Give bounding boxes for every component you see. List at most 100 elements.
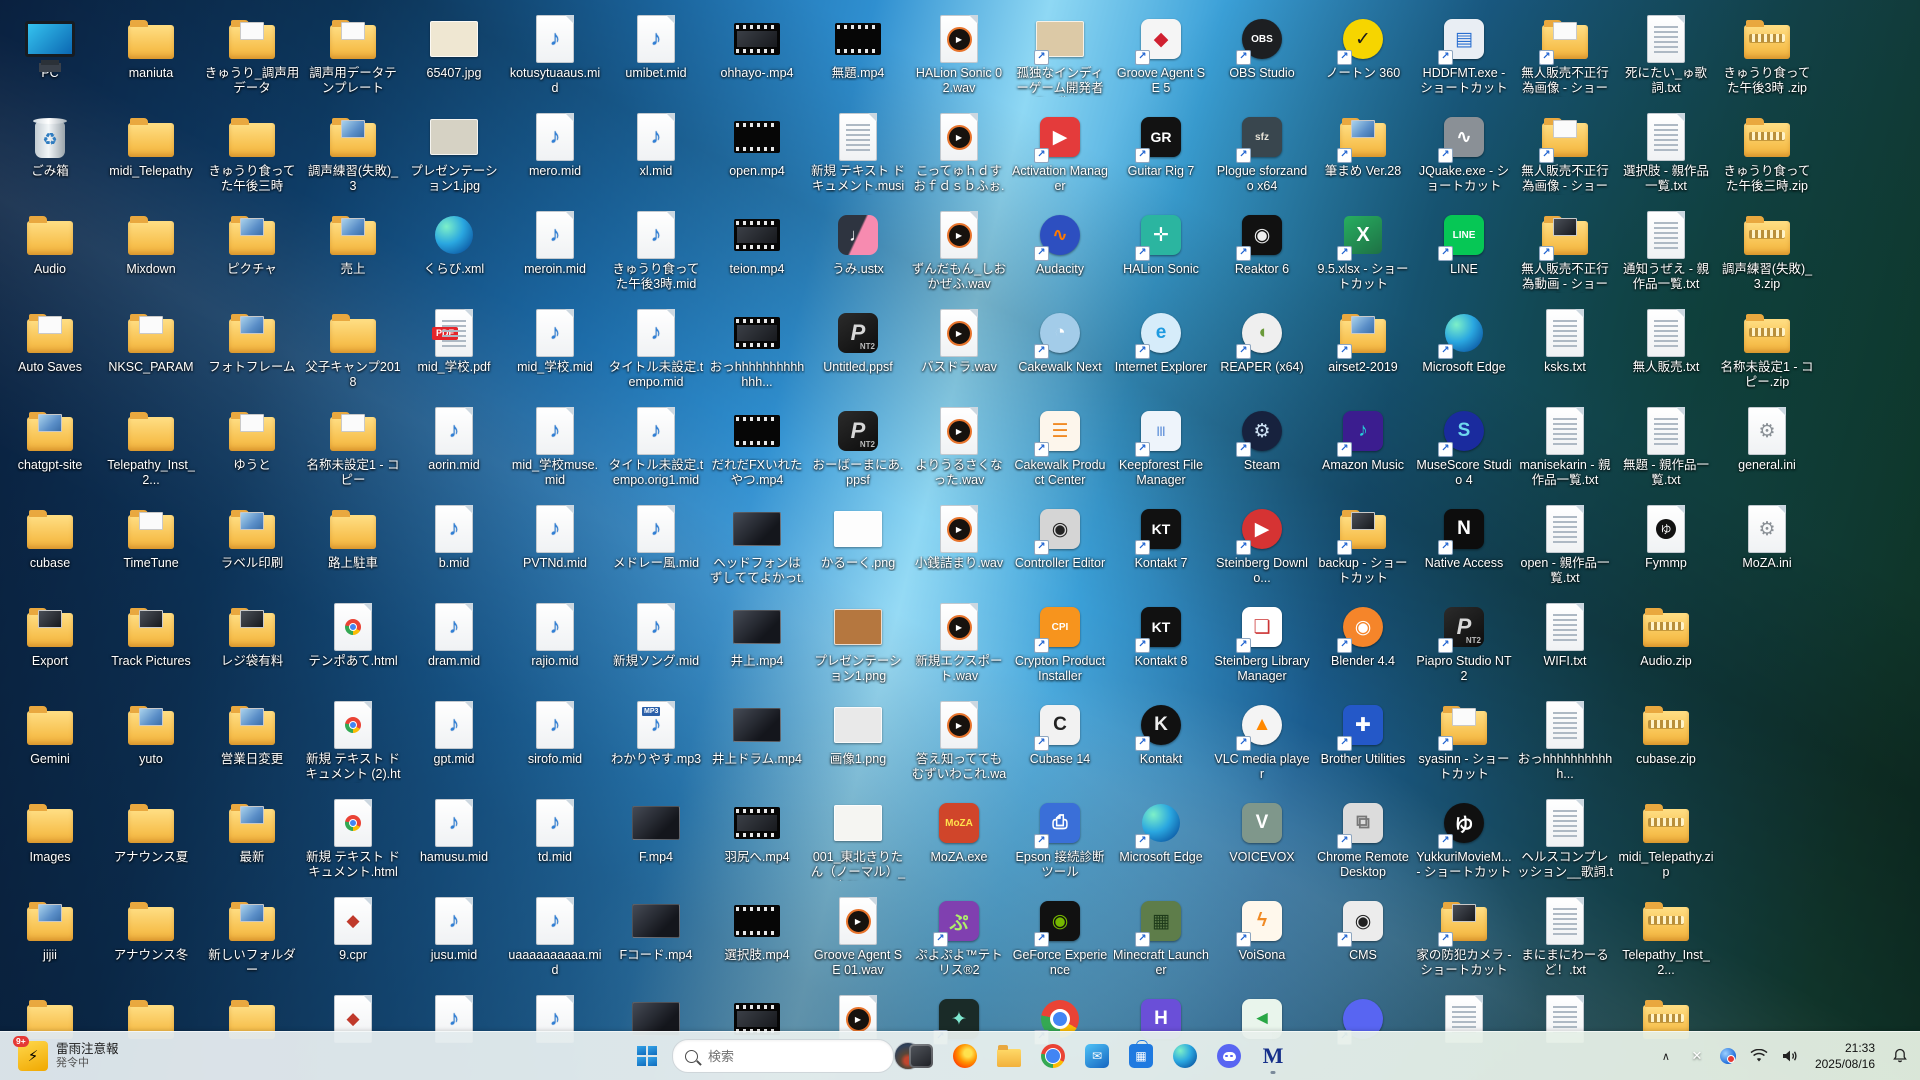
desktop-icon[interactable]: LINE↗LINE — [1416, 210, 1512, 277]
desktop-icon[interactable]: NKSC_PARAM — [103, 308, 199, 375]
volume-icon[interactable] — [1780, 1042, 1800, 1070]
desktop-icon[interactable]: レジ袋有料 — [204, 602, 300, 669]
desktop-icon[interactable]: ▶ずんだもん_しおかぜふ.wav — [911, 210, 1007, 292]
desktop-icon[interactable]: テンポあて.html — [305, 602, 401, 669]
desktop-icon[interactable]: ⧉↗Chrome Remote Desktop — [1315, 798, 1411, 880]
desktop-icon[interactable]: ♪b.mid — [406, 504, 502, 571]
desktop-icon[interactable]: ピクチャ — [204, 210, 300, 277]
desktop-icon[interactable]: K↗Kontakt — [1113, 700, 1209, 767]
desktop-icon[interactable]: cubase — [2, 504, 98, 571]
desktop-icon[interactable]: ♩うみ.ustx — [810, 210, 906, 277]
desktop-icon[interactable]: かるーく.png — [810, 504, 906, 571]
desktop-icon[interactable]: ohhayo-.mp4 — [709, 14, 805, 81]
desktop-icon[interactable]: ⎙↗Epson 接続診断ツール — [1012, 798, 1108, 880]
desktop-icon[interactable]: X↗9.5.xlsx - ショートカット — [1315, 210, 1411, 292]
desktop-icon[interactable]: 売上 — [305, 210, 401, 277]
desktop-icon[interactable]: open - 親作品一覧.txt — [1517, 504, 1613, 586]
desktop-icon[interactable]: F.mp4 — [608, 798, 704, 865]
desktop-icon[interactable]: PDFmid_学校.pdf — [406, 308, 502, 375]
desktop-icon[interactable]: ↗syasinn - ショートカット — [1416, 700, 1512, 782]
desktop-icon[interactable]: PNT2Untitled.ppsf — [810, 308, 906, 375]
desktop-icon[interactable]: 無題.mp4 — [810, 14, 906, 81]
taskbar-app-edge[interactable] — [1166, 1036, 1204, 1076]
desktop-icon[interactable]: ♪PVTNd.mid — [507, 504, 603, 571]
desktop-icon[interactable]: 死にたい_ゅ歌詞.txt — [1618, 14, 1714, 96]
desktop-icon[interactable]: ♪きゅうり食ってた午後3時.mid — [608, 210, 704, 292]
desktop-icon[interactable]: MP3♪わかりやす.mp3 — [608, 700, 704, 767]
desktop-icon[interactable]: ☰↗Cakewalk Product Center — [1012, 406, 1108, 488]
desktop-icon[interactable]: ▶Groove Agent SE 01.wav — [810, 896, 906, 978]
desktop-icon[interactable]: ◔↗Cakewalk Next — [1012, 308, 1108, 375]
desktop-icon[interactable]: ✛↗HALion Sonic — [1113, 210, 1209, 277]
desktop-icon[interactable]: ksks.txt — [1517, 308, 1613, 375]
desktop-icon[interactable]: ラベル印刷 — [204, 504, 300, 571]
desktop-icon[interactable]: ↗airset2-2019 — [1315, 308, 1411, 375]
desktop-icon[interactable]: ♪タイトル未設定.tempo.orig1.mid — [608, 406, 704, 488]
desktop-icon[interactable]: ぷ↗ぷよぷよ™テトリス®2 — [911, 896, 1007, 978]
desktop-icon[interactable]: ∿↗Audacity — [1012, 210, 1108, 277]
desktop-icon[interactable]: chatgpt-site — [2, 406, 98, 473]
desktop-icon[interactable]: 名称未設定1 - コピー — [305, 406, 401, 488]
desktop-icon[interactable]: ♪hamusu.mid — [406, 798, 502, 865]
desktop-icon[interactable]: きゅうり食ってた午後三時.zip — [1719, 112, 1815, 194]
desktop-icon[interactable]: ♪uaaaaaaaaaa.mid — [507, 896, 603, 978]
desktop-icon[interactable]: ◖↗REAPER (x64) — [1214, 308, 1310, 375]
desktop-icon[interactable]: WIFI.txt — [1517, 602, 1613, 669]
desktop-icon[interactable]: 父子キャンプ2018 — [305, 308, 401, 390]
desktop-icon[interactable]: Fコード.mp4 — [608, 896, 704, 963]
desktop-icon[interactable]: jijii — [2, 896, 98, 963]
desktop-icon[interactable]: まにまにわーるど！.txt — [1517, 896, 1613, 978]
desktop-icon[interactable]: ▶↗Steinberg Downlo... — [1214, 504, 1310, 586]
desktop-icon[interactable]: C↗Cubase 14 — [1012, 700, 1108, 767]
desktop-icon[interactable]: midi_Telepathy — [103, 112, 199, 179]
desktop-icon[interactable]: ▶こってゅｈｄすおｆｄｓｂふぉ.wav — [911, 112, 1007, 195]
desktop-icon[interactable]: ♪mid_学校muse.mid — [507, 406, 603, 488]
desktop-icon[interactable]: VVOICEVOX — [1214, 798, 1310, 865]
tray-x-app-icon[interactable]: ✕ — [1687, 1042, 1707, 1070]
desktop-icon[interactable]: ⚙MoZA.ini — [1719, 504, 1815, 571]
desktop-icon[interactable]: Track Pictures — [103, 602, 199, 669]
desktop-icon[interactable]: 羽尻へ.mp4 — [709, 798, 805, 865]
desktop-icon[interactable]: ∿↗JQuake.exe - ショートカット — [1416, 112, 1512, 194]
desktop-icon[interactable]: |||↗Keepforest File Manager — [1113, 406, 1209, 488]
desktop-icon[interactable]: 営業日変更 — [204, 700, 300, 767]
desktop-icon[interactable]: ♪rajio.mid — [507, 602, 603, 669]
desktop-icon[interactable]: ↗backup - ショートカット — [1315, 504, 1411, 586]
desktop-icon[interactable]: ◉↗GeForce Experience — [1012, 896, 1108, 978]
desktop-icon[interactable]: プレゼンテーション1.png — [810, 602, 906, 684]
desktop-icon[interactable]: 最新 — [204, 798, 300, 865]
desktop-icon[interactable]: ゆうと — [204, 406, 300, 473]
desktop-icon[interactable]: Audio — [2, 210, 98, 277]
desktop-icon[interactable]: KT↗Kontakt 7 — [1113, 504, 1209, 571]
desktop-icon[interactable]: 無人販売.txt — [1618, 308, 1714, 375]
desktop-icon[interactable]: KT↗Kontakt 8 — [1113, 602, 1209, 669]
desktop-icon[interactable]: ↗Microsoft Edge — [1113, 798, 1209, 865]
desktop-icon[interactable]: ♪タイトル未設定.tempo.mid — [608, 308, 704, 390]
desktop-icon[interactable]: きゅうり_調声用データ — [204, 14, 300, 96]
desktop-icon[interactable]: teion.mp4 — [709, 210, 805, 277]
desktop-icon[interactable]: 001_東北きりたん（ノーマル）_今じゃ... — [810, 798, 906, 881]
desktop-icon[interactable]: 65407.jpg — [406, 14, 502, 81]
desktop-icon[interactable]: e↗Internet Explorer — [1113, 308, 1209, 375]
desktop-icon[interactable]: ↗無人販売不正行為動画 - ショートカット — [1517, 210, 1613, 293]
desktop-icon[interactable]: ♪メドレー風.mid — [608, 504, 704, 571]
desktop-icon[interactable]: ♪umibet.mid — [608, 14, 704, 81]
desktop-icon[interactable]: 調声用データテンプレート — [305, 14, 401, 96]
desktop-icon[interactable]: ↗無人販売不正行為画像 - ショートカッ... — [1517, 14, 1613, 97]
desktop-icon[interactable]: おっhhhhhhhhhhhhh... — [709, 308, 805, 390]
desktop-icon[interactable]: ゆ↗YukkuriMovieM... - ショートカット — [1416, 798, 1512, 880]
desktop-icon[interactable]: yuto — [103, 700, 199, 767]
desktop-icon[interactable]: midi_Telepathy.zip — [1618, 798, 1714, 880]
desktop-icon[interactable]: manisekarin - 親作品一覧.txt — [1517, 406, 1613, 488]
desktop-icon[interactable]: Mixdown — [103, 210, 199, 277]
desktop-icon[interactable]: Auto Saves — [2, 308, 98, 375]
desktop-icon[interactable]: フォトフレーム — [204, 308, 300, 375]
desktop-icon[interactable]: 名称未設定1 - コピー.zip — [1719, 308, 1815, 390]
desktop-icon[interactable]: ◆9.cpr — [305, 896, 401, 963]
desktop-icon[interactable]: Audio.zip — [1618, 602, 1714, 669]
desktop-icon[interactable]: ϟ↗VoiSona — [1214, 896, 1310, 963]
desktop-icon[interactable]: ↗家の防犯カメラ - ショートカット — [1416, 896, 1512, 978]
desktop-icon[interactable]: Telepathy_Inst_2... — [1618, 896, 1714, 978]
taskbar-app-mail[interactable]: ✉ — [1078, 1036, 1116, 1076]
desktop-icon[interactable]: PNT2↗Piapro Studio NT2 — [1416, 602, 1512, 684]
